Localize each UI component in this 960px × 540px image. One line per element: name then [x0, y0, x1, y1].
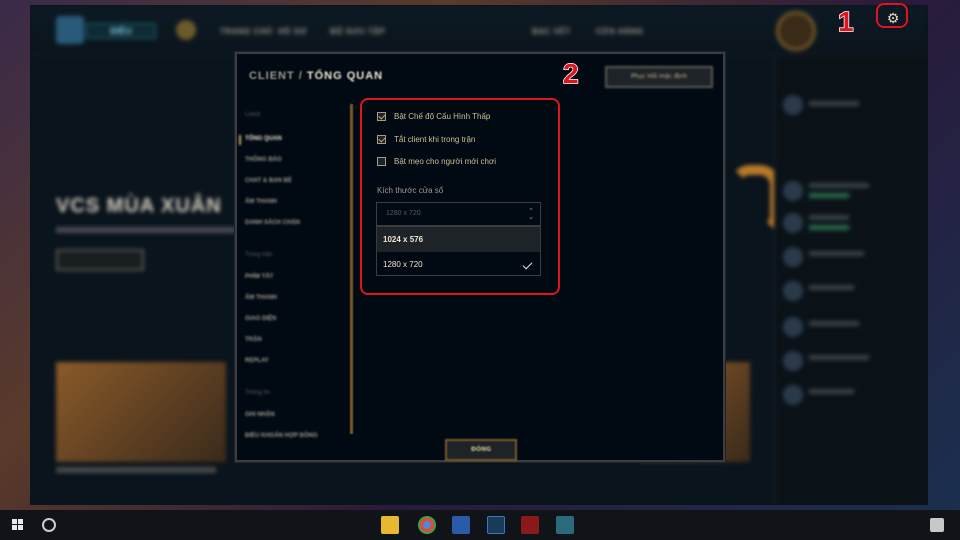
settings-nav-ingame-sound[interactable]: ÂM THANH: [245, 295, 277, 301]
friend-name: [809, 251, 864, 256]
play-button[interactable]: ĐIỀU: [86, 23, 156, 39]
notification-icon[interactable]: [930, 518, 944, 532]
settings-title-main: TỔNG QUAN: [306, 70, 384, 82]
search-icon[interactable]: [42, 518, 56, 532]
settings-nav-credits[interactable]: GHI NHẬN: [245, 412, 275, 418]
client-topbar: ĐIỀU TRANG CHỦ HỒ SƠ BỘ SƯU TẬP BẠC VẾT …: [30, 5, 928, 55]
step-number-1: 1: [837, 5, 854, 38]
nav-profile[interactable]: HỒ SƠ: [278, 27, 307, 36]
nav-group-info: Thông tin: [245, 390, 271, 396]
settings-nav-hotkeys[interactable]: PHÍM TẮT: [245, 274, 273, 280]
social-sidebar: [774, 55, 928, 505]
nav-group-client: Client: [245, 112, 261, 118]
friend-name: [809, 101, 859, 106]
friend-avatar[interactable]: [783, 95, 803, 115]
windows-start-icon[interactable]: [12, 519, 24, 531]
settings-nav-notifications[interactable]: THÔNG BÁO: [245, 157, 282, 163]
friend-status: [809, 193, 849, 198]
settings-nav-terms[interactable]: ĐIỀU KHOẢN HỢP ĐỒNG: [245, 433, 318, 439]
active-indicator: [239, 135, 241, 145]
restore-defaults-button[interactable]: Phục Hồi mặc định: [605, 66, 713, 88]
friend-avatar[interactable]: [783, 317, 803, 337]
settings-scrollbar[interactable]: [350, 104, 353, 434]
news-caption: [56, 467, 216, 473]
settings-nav-overview[interactable]: TỔNG QUAN: [245, 136, 282, 142]
windows-taskbar: [0, 510, 960, 540]
file-explorer-icon[interactable]: [381, 516, 399, 534]
friend-name: [809, 285, 854, 290]
settings-nav-blocklist[interactable]: DANH SÁCH CHẶN: [245, 220, 300, 226]
friend-avatar[interactable]: [783, 385, 803, 405]
settings-title: CLIENT / TỔNG QUAN: [249, 70, 383, 82]
step-number-2: 2: [562, 57, 579, 90]
settings-nav-interface[interactable]: GIAO DIỆN: [245, 316, 276, 322]
hero-subtitle: [56, 227, 236, 233]
chrome-icon[interactable]: [418, 516, 436, 534]
nav-store[interactable]: CỬA HÀNG: [596, 27, 644, 36]
friend-avatar[interactable]: [783, 213, 803, 233]
friend-name: [809, 321, 859, 326]
friend-status: [809, 225, 849, 230]
news-card[interactable]: [56, 362, 226, 462]
word-icon[interactable]: [452, 516, 470, 534]
friend-name: [809, 215, 849, 220]
settings-nav-chat[interactable]: CHAT & BẠN BÈ: [245, 178, 292, 184]
friend-avatar[interactable]: [783, 247, 803, 267]
nav-home[interactable]: TRANG CHỦ: [220, 27, 273, 36]
settings-nav-replay[interactable]: REPLAY: [245, 358, 269, 364]
lol-logo: [56, 16, 84, 44]
hero-title: VCS MÙA XUÂN: [56, 195, 222, 217]
home-icon[interactable]: [176, 20, 196, 40]
friend-avatar[interactable]: [783, 351, 803, 371]
avatar[interactable]: [776, 11, 816, 51]
friend-name: [809, 355, 869, 360]
settings-nav-game[interactable]: TRẬN: [245, 337, 262, 343]
nav-group-ingame: Trong trận: [245, 252, 273, 258]
settings-title-prefix: CLIENT /: [249, 70, 303, 82]
nav-loot[interactable]: BẠC VẾT: [532, 27, 571, 36]
friend-avatar[interactable]: [783, 281, 803, 301]
highlight-options: [360, 98, 560, 295]
highlight-gear: [876, 3, 908, 28]
league-client-icon[interactable]: [556, 516, 574, 534]
friend-avatar[interactable]: [783, 181, 803, 201]
hero-button[interactable]: [56, 249, 144, 271]
photoshop-icon[interactable]: [487, 516, 505, 534]
decorative-shape: [730, 165, 780, 235]
app-icon[interactable]: [521, 516, 539, 534]
settings-nav-sound[interactable]: ÂM THANH: [245, 199, 277, 205]
friend-name: [809, 389, 854, 394]
friend-name: [809, 183, 869, 188]
nav-collection[interactable]: BỘ SƯU TẬP: [330, 27, 385, 36]
close-button[interactable]: ĐÓNG: [445, 439, 517, 461]
